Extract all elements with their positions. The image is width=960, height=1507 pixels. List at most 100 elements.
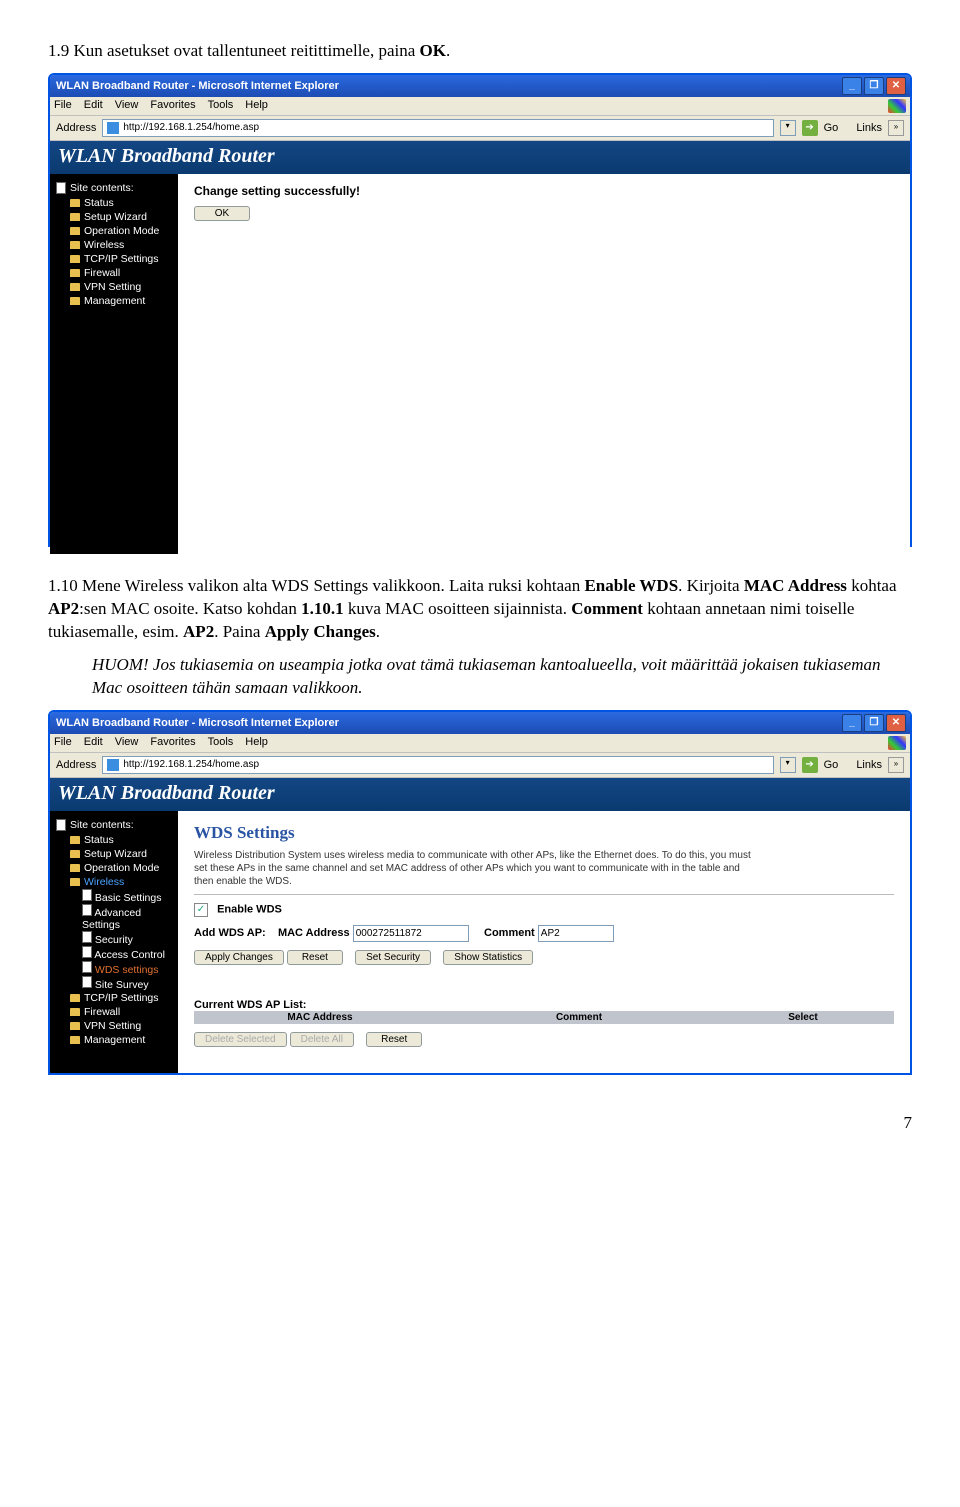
step-1-10: 1.10 Mene Wireless valikon alta WDS Sett… [48,575,912,644]
set-security-button[interactable]: Set Security [355,950,431,965]
go-button[interactable]: ➔ [802,120,818,136]
sidebar-item-wireless[interactable]: Wireless [50,238,178,252]
ie-titlebar: WLAN Broadband Router - Microsoft Intern… [50,75,910,97]
wds-list-header: MAC Address Comment Select [194,1011,894,1024]
url-dropdown[interactable]: ▾ [780,757,796,773]
menu-view[interactable]: View [115,736,139,750]
sidebar-sub-basic[interactable]: Basic Settings [50,889,178,904]
delete-all-button: Delete All [290,1032,354,1047]
sidebar-1: Site contents: Status Setup Wizard Opera… [50,174,178,554]
ie-menubar: File Edit View Favorites Tools Help [50,97,910,116]
page-icon [56,819,66,831]
folder-icon [70,227,80,235]
wds-list-buttons: Delete Selected Delete All Reset [194,1032,894,1047]
apply-changes-button[interactable]: Apply Changes [194,950,284,965]
sidebar-sub-wds-settings[interactable]: WDS settings [50,961,178,976]
menu-edit[interactable]: Edit [84,99,103,113]
folder-icon [70,199,80,207]
menu-favorites[interactable]: Favorites [150,736,195,750]
sidebar-item-firewall[interactable]: Firewall [50,266,178,280]
page-icon [82,904,92,916]
address-label: Address [56,122,96,134]
success-heading: Change setting successfully! [194,184,894,198]
wds-heading: WDS Settings [194,823,894,843]
links-chevron-icon[interactable]: » [888,757,904,773]
reset-button[interactable]: Reset [287,950,343,965]
ok-button[interactable]: OK [194,206,250,221]
menu-tools[interactable]: Tools [208,99,234,113]
sidebar-sub-access-control[interactable]: Access Control [50,946,178,961]
show-statistics-button[interactable]: Show Statistics [443,950,533,965]
menu-edit[interactable]: Edit [84,736,103,750]
sidebar-item-firewall[interactable]: Firewall [50,1005,178,1019]
menu-file[interactable]: File [54,736,72,750]
menu-help[interactable]: Help [245,99,268,113]
windows-flag-icon [888,736,906,750]
links-label: Links [856,122,882,134]
menu-file[interactable]: File [54,99,72,113]
sidebar-item-management[interactable]: Management [50,1033,178,1047]
router-banner: WLAN Broadband Router [50,141,910,174]
mac-input[interactable] [353,925,469,942]
ie-address-bar: Address http://192.168.1.254/home.asp ▾ … [50,116,910,141]
add-wds-label: Add WDS AP: [194,927,266,939]
url-field[interactable]: http://192.168.1.254/home.asp [102,119,773,137]
sidebar-item-tcpip[interactable]: TCP/IP Settings [50,991,178,1005]
menu-favorites[interactable]: Favorites [150,99,195,113]
folder-icon [70,213,80,221]
ie-titlebar-2: WLAN Broadband Router - Microsoft Intern… [50,712,910,734]
sidebar-item-operation-mode[interactable]: Operation Mode [50,224,178,238]
sidebar-item-vpn[interactable]: VPN Setting [50,1019,178,1033]
sidebar-2: Site contents: Status Setup Wizard Opera… [50,811,178,1073]
minimize-button[interactable]: _ [842,714,862,732]
sidebar-item-setup-wizard[interactable]: Setup Wizard [50,210,178,224]
huom-paragraph: HUOM! Jos tukiasemia on useampia jotka o… [92,654,912,700]
folder-icon [70,1008,80,1016]
sidebar-item-status[interactable]: Status [50,833,178,847]
sidebar-item-tcpip[interactable]: TCP/IP Settings [50,252,178,266]
sidebar-head: Site contents: [50,817,178,833]
page-icon [82,946,92,958]
sidebar-item-status[interactable]: Status [50,196,178,210]
sidebar-sub-advanced[interactable]: Advanced Settings [50,904,178,931]
url-field[interactable]: http://192.168.1.254/home.asp [102,756,773,774]
sidebar-item-operation-mode[interactable]: Operation Mode [50,861,178,875]
minimize-button[interactable]: _ [842,77,862,95]
ie-title-2: WLAN Broadband Router - Microsoft Intern… [56,717,339,729]
ie-menubar-2: File Edit View Favorites Tools Help [50,734,910,753]
go-button[interactable]: ➔ [802,757,818,773]
comment-label: Comment [484,927,535,939]
maximize-button[interactable]: ❐ [864,77,884,95]
page-number: 7 [48,1113,912,1133]
ie-title: WLAN Broadband Router - Microsoft Intern… [56,80,339,92]
content-1: Change setting successfully! OK [178,174,910,554]
url-dropdown[interactable]: ▾ [780,120,796,136]
folder-icon [70,283,80,291]
comment-input[interactable] [538,925,614,942]
links-chevron-icon[interactable]: » [888,120,904,136]
sidebar-item-management[interactable]: Management [50,294,178,308]
sidebar-sub-site-survey[interactable]: Site Survey [50,976,178,991]
sidebar-item-setup-wizard[interactable]: Setup Wizard [50,847,178,861]
content-2: WDS Settings Wireless Distribution Syste… [178,811,910,1073]
sidebar-item-vpn[interactable]: VPN Setting [50,280,178,294]
close-button[interactable]: ✕ [886,77,906,95]
sidebar-item-wireless[interactable]: Wireless [50,875,178,889]
reset-list-button[interactable]: Reset [366,1032,422,1047]
page-icon [82,976,92,988]
wds-list-title: Current WDS AP List: [194,999,894,1011]
go-label: Go [824,759,839,771]
page-icon [107,122,119,134]
menu-view[interactable]: View [115,99,139,113]
folder-icon [70,836,80,844]
sidebar-sub-security[interactable]: Security [50,931,178,946]
enable-wds-checkbox[interactable]: ✓ [194,903,208,917]
wds-buttons-row: Apply Changes Reset Set Security Show St… [194,950,894,965]
step-1-9: 1.9 Kun asetukset ovat tallentuneet reit… [48,40,912,63]
menu-help[interactable]: Help [245,736,268,750]
close-button[interactable]: ✕ [886,714,906,732]
windows-flag-icon [888,99,906,113]
menu-tools[interactable]: Tools [208,736,234,750]
maximize-button[interactable]: ❐ [864,714,884,732]
enable-wds-label: Enable WDS [217,903,282,915]
